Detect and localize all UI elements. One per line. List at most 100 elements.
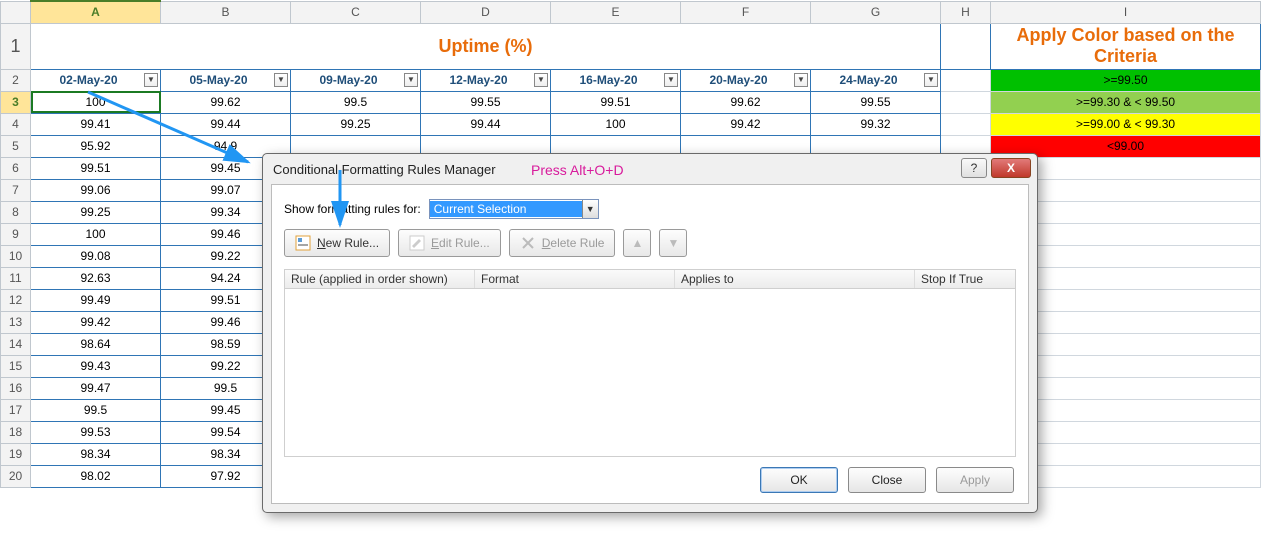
- data-cell[interactable]: 99.32: [811, 113, 941, 135]
- uptime-title: Uptime (%): [31, 23, 941, 69]
- data-cell[interactable]: 99.08: [31, 245, 161, 267]
- data-cell[interactable]: 100: [31, 91, 161, 113]
- data-cell[interactable]: 92.63: [31, 267, 161, 289]
- data-cell[interactable]: 99.43: [31, 355, 161, 377]
- column-header-D[interactable]: D: [421, 1, 551, 23]
- rules-list-body[interactable]: [284, 289, 1016, 457]
- data-cell[interactable]: 100: [551, 113, 681, 135]
- dialog-close-button[interactable]: X: [991, 158, 1031, 178]
- data-cell[interactable]: 99.42: [31, 311, 161, 333]
- show-rules-for-combo[interactable]: Current Selection ▼: [429, 199, 599, 219]
- column-header-G[interactable]: G: [811, 1, 941, 23]
- data-cell[interactable]: 99.5: [31, 399, 161, 421]
- data-cell[interactable]: 99.51: [551, 91, 681, 113]
- rules-header-rule[interactable]: Rule (applied in order shown): [285, 270, 475, 288]
- row-header-16[interactable]: 16: [1, 377, 31, 399]
- data-cell[interactable]: 99.44: [161, 113, 291, 135]
- chevron-down-icon: ▼: [668, 236, 680, 250]
- row-header-5[interactable]: 5: [1, 135, 31, 157]
- filter-dropdown-icon[interactable]: ▼: [534, 73, 548, 87]
- data-cell[interactable]: 100: [31, 223, 161, 245]
- data-cell[interactable]: 95.92: [31, 135, 161, 157]
- date-header-0[interactable]: 02-May-20▼: [31, 69, 161, 91]
- cell-H3[interactable]: [941, 91, 991, 113]
- data-cell[interactable]: 99.06: [31, 179, 161, 201]
- cell-H2[interactable]: [941, 69, 991, 91]
- data-cell[interactable]: 99.62: [681, 91, 811, 113]
- row-header-2[interactable]: 2: [1, 69, 31, 91]
- cell-H4[interactable]: [941, 113, 991, 135]
- column-header-C[interactable]: C: [291, 1, 421, 23]
- cell-H1[interactable]: [941, 23, 991, 69]
- date-header-6[interactable]: 24-May-20▼: [811, 69, 941, 91]
- data-cell[interactable]: 98.02: [31, 465, 161, 487]
- delete-rule-label: Delete Rule: [542, 236, 605, 250]
- data-cell[interactable]: 99.47: [31, 377, 161, 399]
- row-header-19[interactable]: 19: [1, 443, 31, 465]
- ok-button[interactable]: OK: [760, 467, 838, 493]
- dialog-help-button[interactable]: ?: [961, 158, 987, 178]
- date-header-3[interactable]: 12-May-20▼: [421, 69, 551, 91]
- select-all-cell[interactable]: [1, 1, 31, 23]
- column-header-E[interactable]: E: [551, 1, 681, 23]
- move-rule-up-button: ▲: [623, 229, 651, 257]
- column-header-F[interactable]: F: [681, 1, 811, 23]
- row-header-17[interactable]: 17: [1, 399, 31, 421]
- filter-dropdown-icon[interactable]: ▼: [794, 73, 808, 87]
- column-header-B[interactable]: B: [161, 1, 291, 23]
- data-cell[interactable]: 99.53: [31, 421, 161, 443]
- new-rule-icon: [295, 235, 311, 251]
- row-header-14[interactable]: 14: [1, 333, 31, 355]
- row-header-11[interactable]: 11: [1, 267, 31, 289]
- criteria-title: Apply Color based on the Criteria: [991, 23, 1261, 69]
- row-header-12[interactable]: 12: [1, 289, 31, 311]
- data-cell[interactable]: 98.34: [31, 443, 161, 465]
- data-cell[interactable]: 99.62: [161, 91, 291, 113]
- row-header-13[interactable]: 13: [1, 311, 31, 333]
- date-header-4[interactable]: 16-May-20▼: [551, 69, 681, 91]
- column-header-row: ABCDEFGHI: [1, 1, 1261, 23]
- row-header-18[interactable]: 18: [1, 421, 31, 443]
- data-cell[interactable]: 99.44: [421, 113, 551, 135]
- chevron-down-icon[interactable]: ▼: [582, 200, 598, 218]
- data-cell[interactable]: 99.42: [681, 113, 811, 135]
- data-cell[interactable]: 99.5: [291, 91, 421, 113]
- row-header-9[interactable]: 9: [1, 223, 31, 245]
- data-cell[interactable]: 99.25: [31, 201, 161, 223]
- filter-dropdown-icon[interactable]: ▼: [664, 73, 678, 87]
- row-header-6[interactable]: 6: [1, 157, 31, 179]
- conditional-formatting-rules-manager-dialog[interactable]: Conditional Formatting Rules Manager Pre…: [262, 153, 1038, 513]
- row-header-7[interactable]: 7: [1, 179, 31, 201]
- row-header-15[interactable]: 15: [1, 355, 31, 377]
- data-cell[interactable]: 99.25: [291, 113, 421, 135]
- data-cell[interactable]: 99.49: [31, 289, 161, 311]
- column-header-I[interactable]: I: [991, 1, 1261, 23]
- data-cell[interactable]: 99.55: [421, 91, 551, 113]
- close-button[interactable]: Close: [848, 467, 926, 493]
- row-header-3[interactable]: 3: [1, 91, 31, 113]
- criteria-rule-2: >=99.30 & < 99.50: [991, 91, 1261, 113]
- date-header-2[interactable]: 09-May-20▼: [291, 69, 421, 91]
- rules-header-stop[interactable]: Stop If True: [915, 270, 1015, 288]
- filter-dropdown-icon[interactable]: ▼: [274, 73, 288, 87]
- rules-header-format[interactable]: Format: [475, 270, 675, 288]
- filter-dropdown-icon[interactable]: ▼: [924, 73, 938, 87]
- data-cell[interactable]: 98.64: [31, 333, 161, 355]
- row-header-8[interactable]: 8: [1, 201, 31, 223]
- new-rule-button[interactable]: New Rule...: [284, 229, 390, 257]
- date-header-1[interactable]: 05-May-20▼: [161, 69, 291, 91]
- rules-header-applies[interactable]: Applies to: [675, 270, 915, 288]
- column-header-H[interactable]: H: [941, 1, 991, 23]
- data-cell[interactable]: 99.55: [811, 91, 941, 113]
- column-header-A[interactable]: A: [31, 1, 161, 23]
- date-header-5[interactable]: 20-May-20▼: [681, 69, 811, 91]
- row-header-10[interactable]: 10: [1, 245, 31, 267]
- row-header-1[interactable]: 1: [1, 23, 31, 69]
- filter-dropdown-icon[interactable]: ▼: [144, 73, 158, 87]
- data-cell[interactable]: 99.51: [31, 157, 161, 179]
- data-cell[interactable]: 99.41: [31, 113, 161, 135]
- filter-dropdown-icon[interactable]: ▼: [404, 73, 418, 87]
- row-header-20[interactable]: 20: [1, 465, 31, 487]
- row-header-4[interactable]: 4: [1, 113, 31, 135]
- show-rules-for-value: Current Selection: [430, 201, 582, 217]
